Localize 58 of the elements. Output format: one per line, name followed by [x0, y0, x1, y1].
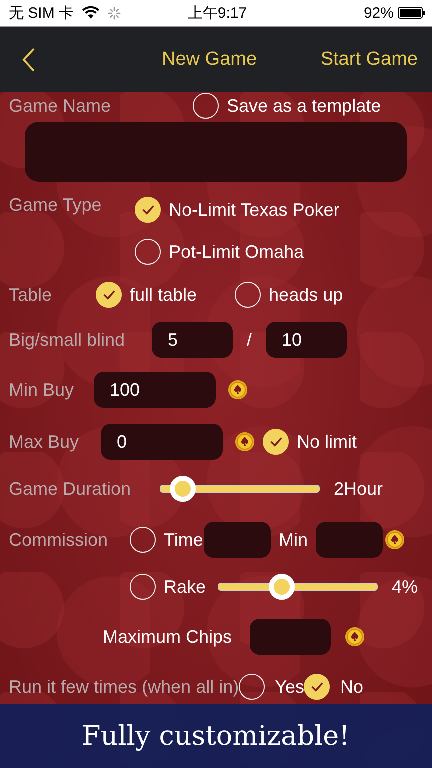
loading-icon	[108, 6, 122, 20]
input-field[interactable]: 5	[152, 322, 233, 358]
field-label: Big/small blind	[9, 330, 126, 350]
option-label: No limit	[297, 432, 358, 452]
radio-button[interactable]	[235, 282, 262, 308]
field-label: Commission	[9, 530, 110, 550]
rake-value: 4%	[392, 576, 418, 598]
separator-text: /	[247, 330, 252, 350]
input-field[interactable]	[250, 619, 332, 655]
screen-title: New Game	[162, 48, 258, 70]
field-label: Game Name	[9, 96, 112, 116]
chip-icon	[228, 380, 248, 400]
duration-value: 2Hour	[334, 478, 384, 500]
wifi-icon	[82, 6, 100, 20]
slider-thumb[interactable]	[269, 574, 296, 600]
name-input[interactable]	[25, 122, 407, 182]
radio-button[interactable]	[130, 527, 156, 553]
field-label: Game Duration	[9, 478, 132, 500]
battery-text: 92%	[364, 4, 394, 22]
radio-button[interactable]	[239, 674, 266, 700]
option-label: No	[340, 676, 364, 698]
option-label: heads up	[269, 284, 344, 306]
start-game-button[interactable]: Start Game	[320, 48, 418, 70]
option-label: Pot-Limit Omaha	[169, 242, 304, 262]
chip-icon	[385, 530, 406, 550]
radio-button[interactable]	[304, 674, 330, 700]
radio-button[interactable]	[130, 574, 156, 600]
input-field[interactable]: 0	[101, 424, 223, 460]
option-label: Save as a template	[227, 96, 382, 116]
option-label: full table	[130, 284, 198, 306]
option-label: Rake	[164, 576, 204, 598]
checkbox[interactable]	[193, 93, 219, 119]
slider-thumb[interactable]	[170, 476, 196, 502]
radio-button[interactable]	[135, 239, 161, 265]
carrier-text: 无 SIM 卡	[9, 4, 74, 22]
chip-icon	[345, 627, 366, 647]
field-label: Run it few times (when all in)	[9, 676, 240, 698]
input-field[interactable]: 100	[94, 372, 216, 408]
clock-text: 上午9:17	[188, 4, 248, 22]
option-label: Time	[164, 530, 204, 550]
field-label: Max Buy	[9, 432, 80, 452]
checkbox[interactable]	[263, 429, 289, 455]
input-field[interactable]	[316, 522, 384, 558]
field-label: Maximum Chips	[103, 626, 232, 648]
field-label: Game Type	[9, 195, 103, 216]
radio-button[interactable]	[96, 282, 122, 308]
option-label: Yes	[275, 676, 304, 698]
back-icon	[22, 46, 36, 72]
banner-text: Fully customizable!	[82, 720, 350, 752]
radio-button[interactable]	[135, 197, 161, 223]
battery-icon	[398, 7, 426, 19]
field-label: Table	[9, 284, 54, 306]
field-label: Min Buy	[9, 380, 76, 400]
input-field[interactable]	[204, 522, 271, 558]
unit-label: Min	[279, 530, 308, 550]
option-label: No-Limit Texas Poker	[169, 200, 340, 220]
input-field[interactable]: 10	[266, 322, 348, 358]
chip-icon	[235, 432, 255, 452]
